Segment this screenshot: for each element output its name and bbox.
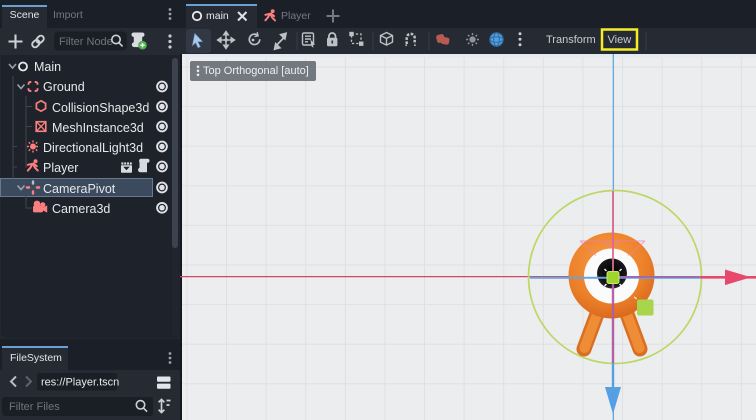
svg-text:res://Player.tscn: res://Player.tscn xyxy=(41,377,119,389)
svg-text:Filter Node: Filter Node xyxy=(59,36,113,48)
svg-text:View: View xyxy=(608,34,632,46)
svg-text:Filter Files: Filter Files xyxy=(9,401,60,413)
svg-text:Transform: Transform xyxy=(546,34,596,46)
